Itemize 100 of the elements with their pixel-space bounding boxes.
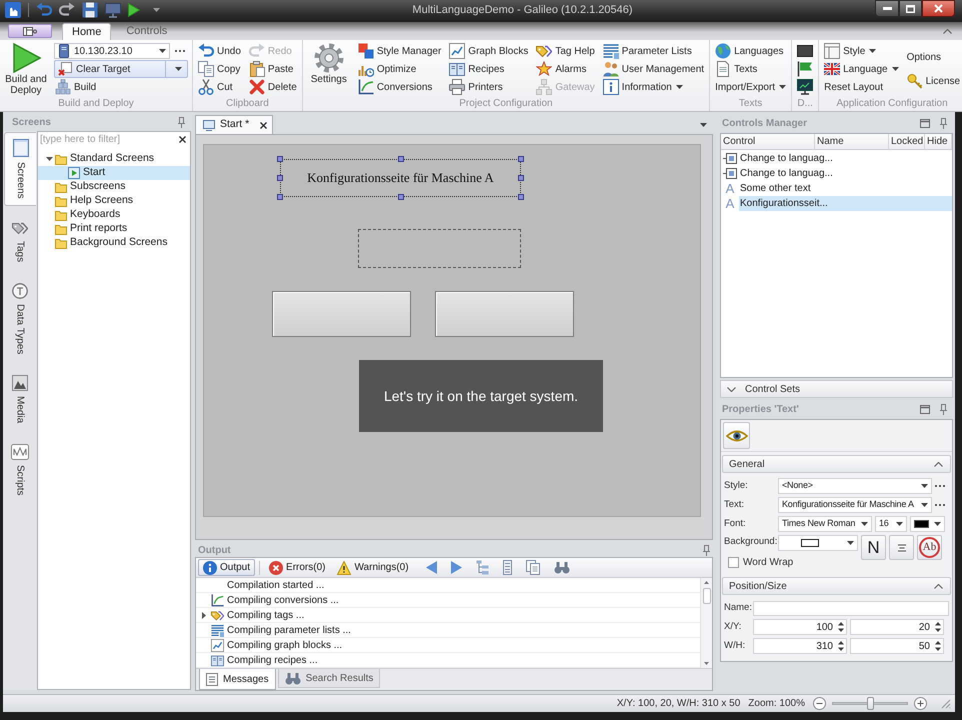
side-tab[interactable]: Media <box>4 368 36 430</box>
document-tab[interactable]: Start * <box>195 115 274 134</box>
output-message[interactable]: Compiling graph blocks ... <box>196 638 700 653</box>
font-weight-button[interactable]: N <box>861 535 886 560</box>
pin-icon[interactable] <box>703 544 710 556</box>
spinner-icon[interactable] <box>838 622 844 632</box>
filter-button[interactable]: Output <box>198 559 256 576</box>
output-message[interactable]: Compiling recipes ... <box>196 653 700 668</box>
ribbon-button[interactable]: Cut <box>197 78 242 96</box>
ribbon-button[interactable]: Undo <box>197 42 242 60</box>
binoculars-icon[interactable] <box>554 561 570 574</box>
color-combo[interactable] <box>910 516 945 532</box>
align-button[interactable] <box>889 535 914 560</box>
caret-icon[interactable] <box>46 157 52 161</box>
minimize-button[interactable] <box>875 0 899 17</box>
ribbon-button[interactable]: Options <box>906 48 962 66</box>
column-header[interactable]: Name <box>815 134 889 149</box>
visibility-button[interactable] <box>723 422 750 449</box>
filter-button[interactable]: Warnings(0) <box>332 559 414 576</box>
ribbon-button[interactable]: Alarms <box>535 60 596 78</box>
column-header[interactable]: Hide <box>925 134 952 149</box>
column-header[interactable]: Locked <box>889 134 925 149</box>
ribbon-button[interactable]: License <box>906 72 962 90</box>
ribbon-button[interactable]: Texts <box>714 60 788 78</box>
ribbon-large-button[interactable]: Settings <box>306 42 351 96</box>
output-message[interactable]: Compilation started ... <box>196 578 700 593</box>
caret-icon[interactable] <box>153 8 160 12</box>
ribbon-button[interactable]: Parameter Lists <box>602 42 706 60</box>
ribbon-button[interactable]: Printers <box>448 78 530 96</box>
ribbon-button[interactable] <box>796 78 814 96</box>
resize-handle[interactable] <box>518 156 524 162</box>
ribbon-button[interactable]: Recipes <box>448 60 530 78</box>
monitor-icon[interactable] <box>105 2 121 18</box>
pin-icon[interactable] <box>178 117 185 128</box>
resize-handle[interactable] <box>277 194 283 200</box>
panel-tab[interactable]: Messages <box>199 669 276 690</box>
close-icon[interactable] <box>179 136 186 143</box>
scrollbar-thumb[interactable] <box>702 588 710 604</box>
save-icon[interactable] <box>82 2 98 18</box>
pin-icon[interactable] <box>940 404 947 415</box>
close-icon[interactable] <box>260 122 268 128</box>
ribbon-button[interactable]: Style Manager <box>356 42 442 60</box>
checkbox[interactable] <box>728 557 739 568</box>
app-icon[interactable] <box>5 2 21 18</box>
spinner-icon[interactable] <box>935 622 941 632</box>
copy-icon[interactable] <box>526 560 540 575</box>
tree-item[interactable]: Keyboards <box>38 208 190 222</box>
control-item[interactable]: Change to languag... <box>739 166 952 181</box>
resize-handle[interactable] <box>518 175 524 181</box>
zoom-in-icon[interactable] <box>914 697 927 710</box>
pin-icon[interactable] <box>940 118 947 129</box>
caret-icon[interactable] <box>202 612 206 618</box>
canvas-button[interactable] <box>272 291 411 337</box>
ribbon-tab[interactable]: Home <box>62 23 112 40</box>
ribbon-button[interactable]: Style <box>823 42 900 60</box>
number-field[interactable]: 20 <box>850 619 944 635</box>
combo-field[interactable]: <None> <box>778 478 932 494</box>
ribbon-button[interactable]: Language <box>823 60 900 78</box>
output-message[interactable]: Compiling parameter lists ... <box>196 623 700 638</box>
output-message[interactable]: Compiling conversions ... <box>196 593 700 608</box>
tree-item[interactable]: Background Screens <box>38 236 190 250</box>
chevron-up-icon[interactable] <box>943 29 952 34</box>
column-header[interactable]: Control <box>721 134 815 149</box>
redo-icon[interactable] <box>59 2 75 18</box>
side-tab[interactable]: Scripts <box>4 437 36 504</box>
ribbon-button[interactable]: Tag Help <box>535 42 596 60</box>
undo-icon[interactable] <box>36 2 52 18</box>
tree-item[interactable]: Standard Screens <box>38 152 190 166</box>
resize-handle[interactable] <box>398 194 404 200</box>
app-menu-button[interactable] <box>8 24 52 38</box>
ribbon-button[interactable]: Delete <box>248 78 298 96</box>
control-item[interactable]: Change to languag... <box>739 151 952 166</box>
side-tab[interactable]: Tags <box>4 212 36 269</box>
combo-field[interactable]: Konfigurationsseite für Maschine A <box>778 497 932 513</box>
ribbon-button[interactable]: Optimize <box>356 60 442 78</box>
resize-handle[interactable] <box>277 156 283 162</box>
tree-item[interactable]: Print reports <box>38 222 190 236</box>
split-button[interactable]: Clear Target <box>54 60 188 78</box>
resize-handle[interactable] <box>398 156 404 162</box>
list-icon[interactable] <box>502 560 512 575</box>
tree-item[interactable]: Start <box>38 166 190 180</box>
target-combo[interactable]: 10.130.23.10 <box>54 43 170 59</box>
ribbon-button[interactable]: Copy <box>197 60 242 78</box>
restore-icon[interactable] <box>920 119 930 128</box>
zoom-out-icon[interactable] <box>813 697 826 710</box>
tree-icon[interactable] <box>476 560 489 575</box>
arrow-right-icon[interactable] <box>450 561 462 574</box>
ribbon-button[interactable]: Information <box>602 78 706 96</box>
section-header[interactable]: General <box>722 455 951 473</box>
ribbon-button[interactable] <box>796 60 814 78</box>
combo-field[interactable]: 16 <box>875 516 907 532</box>
section-header[interactable]: Control Sets <box>720 380 953 398</box>
close-button[interactable] <box>922 0 955 17</box>
slider-thumb[interactable] <box>867 697 874 710</box>
color-combo[interactable] <box>778 535 858 551</box>
effect-button[interactable]: Ab <box>917 535 942 560</box>
ribbon-button[interactable]: Graph Blocks <box>448 42 530 60</box>
scroll-down-icon[interactable] <box>704 662 709 665</box>
canvas-button[interactable] <box>435 291 574 337</box>
ribbon-button[interactable]: Paste <box>248 60 298 78</box>
